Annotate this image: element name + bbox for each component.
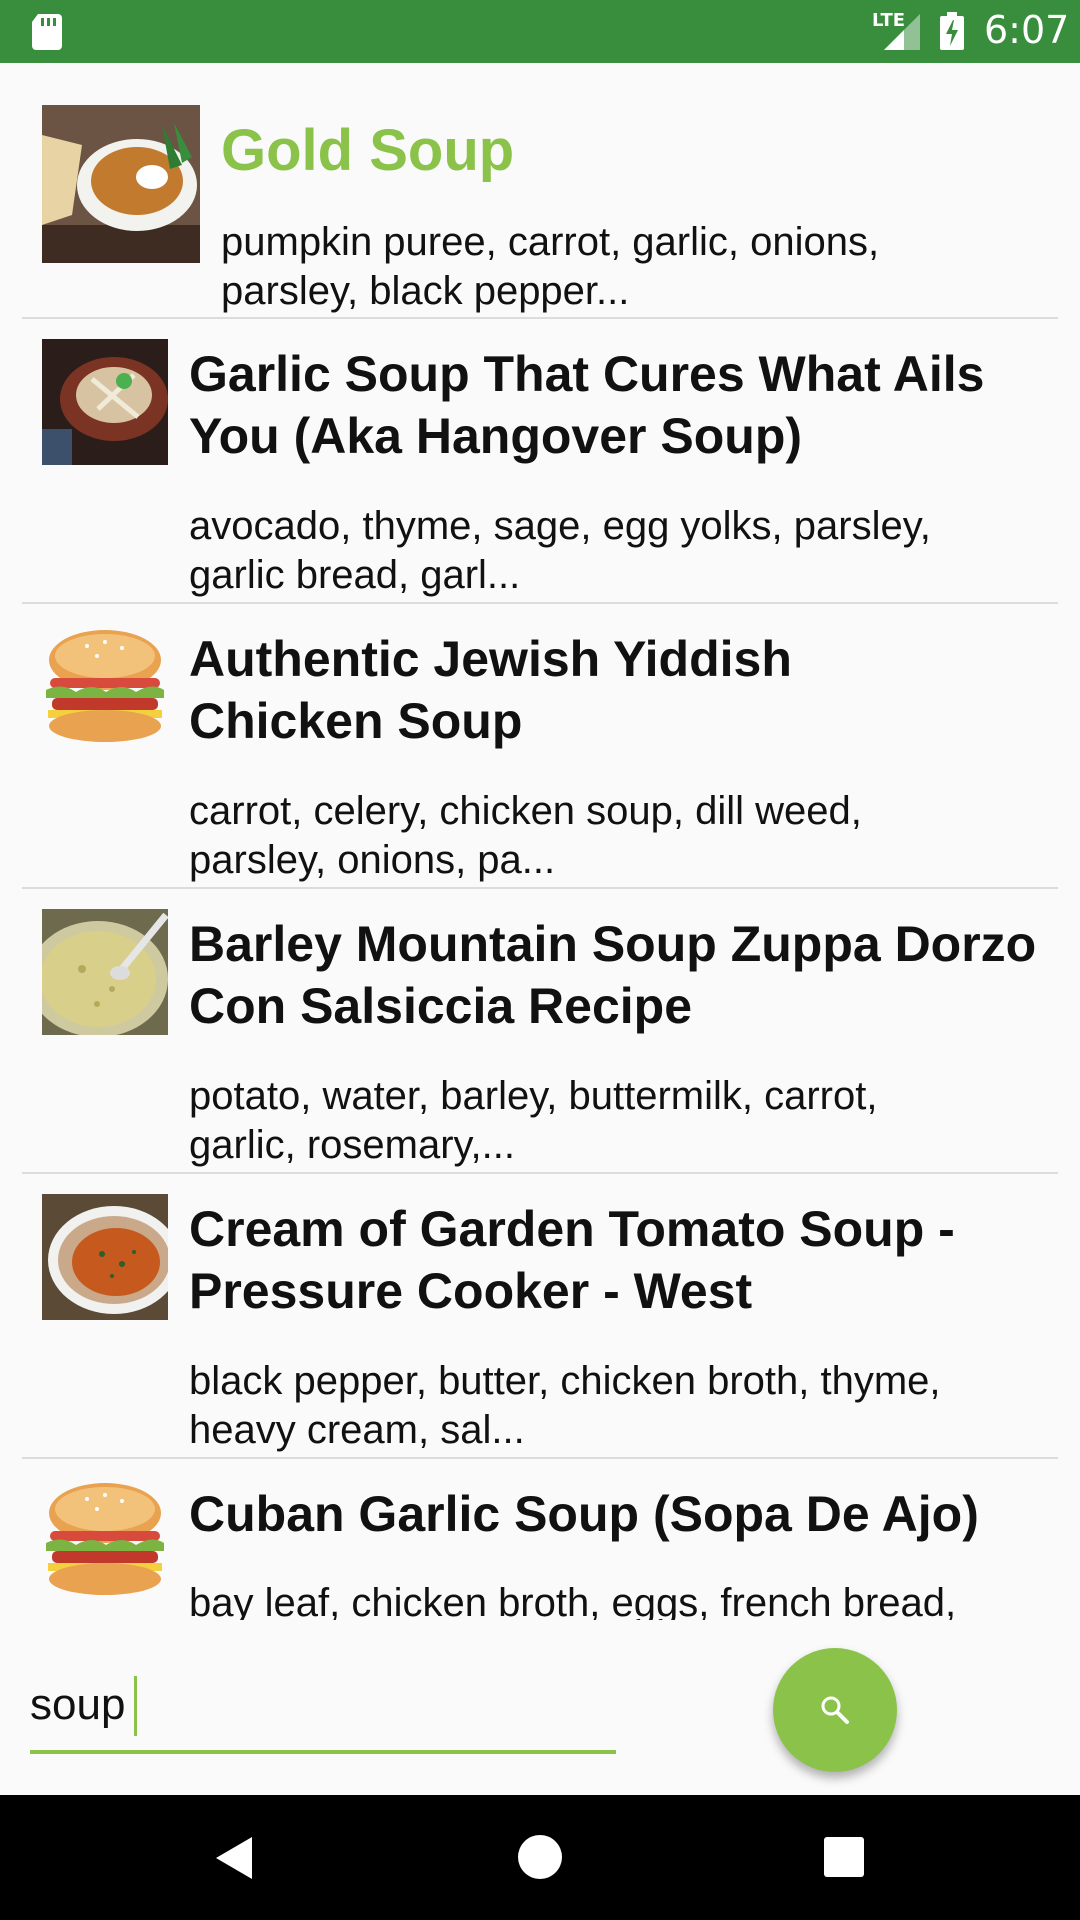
recipe-ingredients: parsley, onions, pa...: [189, 838, 556, 882]
search-input[interactable]: [30, 1660, 616, 1754]
recipe-ingredients: bay leaf, chicken broth, eggs, french br…: [189, 1581, 957, 1620]
soup-bowl-image: [42, 909, 168, 1035]
recipe-item[interactable]: Authentic Jewish Yiddish Chicken Soup ca…: [0, 604, 1080, 888]
recipe-title: Pressure Cooker - West: [189, 1263, 753, 1319]
recipe-title: Gold Soup: [221, 118, 515, 183]
recipe-ingredients: avocado, thyme, sage, egg yolks, parsley…: [189, 504, 931, 548]
recipe-title: Cream of Garden Tomato Soup -: [189, 1201, 955, 1257]
soup-bowl-image: [42, 105, 200, 263]
recipe-item[interactable]: Cuban Garlic Soup (Sopa De Ajo) bay leaf…: [0, 1459, 1080, 1620]
signal-icon: [884, 14, 920, 50]
soup-thumbnail: [42, 1194, 168, 1320]
recents-icon[interactable]: [824, 1837, 864, 1877]
recipe-ingredients: black pepper, butter, chicken broth, thy…: [189, 1359, 941, 1403]
soup-bowl-image: [42, 1194, 168, 1320]
clock: 6:07: [984, 8, 1070, 52]
soup-thumbnail: [42, 909, 168, 1035]
recipe-title: You (Aka Hangover Soup): [189, 408, 803, 464]
battery-charging-icon: [940, 12, 964, 50]
back-icon[interactable]: [214, 1835, 254, 1881]
recipe-title: Con Salsiccia Recipe: [189, 978, 693, 1034]
recipe-title: Barley Mountain Soup Zuppa Dorzo: [189, 916, 1037, 972]
recipe-item[interactable]: Gold Soup pumpkin puree, carrot, garlic,…: [0, 63, 1080, 318]
status-bar: LTE 6:07: [0, 0, 1080, 63]
home-icon[interactable]: [518, 1835, 562, 1879]
recipe-ingredients: carrot, celery, chicken soup, dill weed,: [189, 789, 862, 833]
search-button[interactable]: [773, 1648, 897, 1772]
burger-icon: [46, 1483, 164, 1595]
sd-card-icon: [32, 14, 62, 50]
navigation-bar: [0, 1795, 1080, 1920]
recipe-list[interactable]: Gold Soup pumpkin puree, carrot, garlic,…: [0, 63, 1080, 1620]
recipe-title: Authentic Jewish Yiddish: [189, 631, 792, 687]
recipe-ingredients: pumpkin puree, carrot, garlic, onions,: [221, 220, 880, 264]
recipe-ingredients: garlic, rosemary,...: [189, 1123, 515, 1167]
recipe-ingredients: heavy cream, sal...: [189, 1408, 525, 1452]
recipe-item[interactable]: Barley Mountain Soup Zuppa Dorzo Con Sal…: [0, 889, 1080, 1173]
recipe-title: Cuban Garlic Soup (Sopa De Ajo): [189, 1486, 979, 1542]
recipe-item[interactable]: Garlic Soup That Cures What Ails You (Ak…: [0, 319, 1080, 603]
recipe-item[interactable]: Cream of Garden Tomato Soup - Pressure C…: [0, 1174, 1080, 1458]
burger-icon: [46, 630, 164, 742]
recipe-ingredients: parsley, black pepper...: [221, 269, 630, 313]
soup-thumbnail: [42, 105, 200, 263]
recipe-ingredients: garlic bread, garl...: [189, 553, 521, 597]
soup-thumbnail: [42, 339, 168, 465]
search-icon: [821, 1696, 849, 1724]
recipe-title: Garlic Soup That Cures What Ails: [189, 346, 985, 402]
recipe-ingredients: potato, water, barley, buttermilk, carro…: [189, 1074, 878, 1118]
soup-bowl-image: [42, 339, 168, 465]
text-cursor: [134, 1676, 137, 1736]
recipe-title: Chicken Soup: [189, 693, 523, 749]
